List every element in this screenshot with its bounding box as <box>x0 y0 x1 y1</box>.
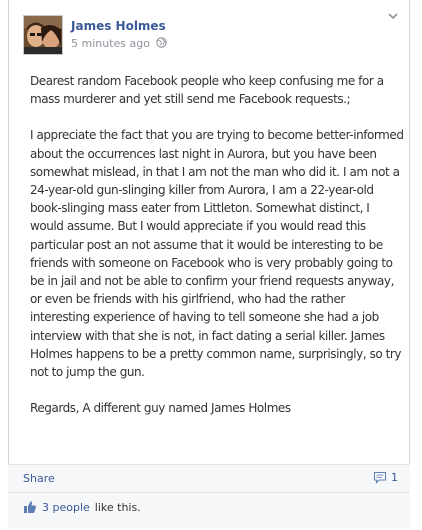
post-body: Dearest random Facebook people who keep … <box>30 72 405 435</box>
post-paragraph: I appreciate the fact that you are tryin… <box>30 128 404 380</box>
likes-people-link[interactable]: 3 people <box>42 501 90 514</box>
post-card: James Holmes 5 minutes ago Dearest rando… <box>8 0 410 528</box>
post-timestamp[interactable]: 5 minutes ago <box>71 37 150 50</box>
thumbs-up-icon <box>24 501 36 513</box>
post-options-chevron-icon[interactable] <box>385 8 401 24</box>
footer-divider <box>8 492 410 493</box>
avatar[interactable] <box>23 15 63 55</box>
post-header: James Holmes 5 minutes ago <box>18 8 398 55</box>
likes-suffix: like this. <box>94 500 141 514</box>
post-paragraph: Regards, A different guy named James Hol… <box>30 401 291 416</box>
post-footer: Share 1 3 people like this. <box>8 464 410 528</box>
comment-count: 1 <box>391 471 398 484</box>
avatar-image <box>24 16 62 54</box>
comment-icon <box>373 471 387 484</box>
share-link[interactable]: Share <box>23 472 55 485</box>
author-name-link[interactable]: James Holmes <box>71 19 166 33</box>
post-meta: 5 minutes ago <box>71 37 168 51</box>
likes-summary: 3 people like this. <box>23 500 141 514</box>
globe-icon[interactable] <box>156 37 168 51</box>
comment-count-button[interactable]: 1 <box>373 471 398 484</box>
post-paragraph: Dearest random Facebook people who keep … <box>30 74 384 107</box>
